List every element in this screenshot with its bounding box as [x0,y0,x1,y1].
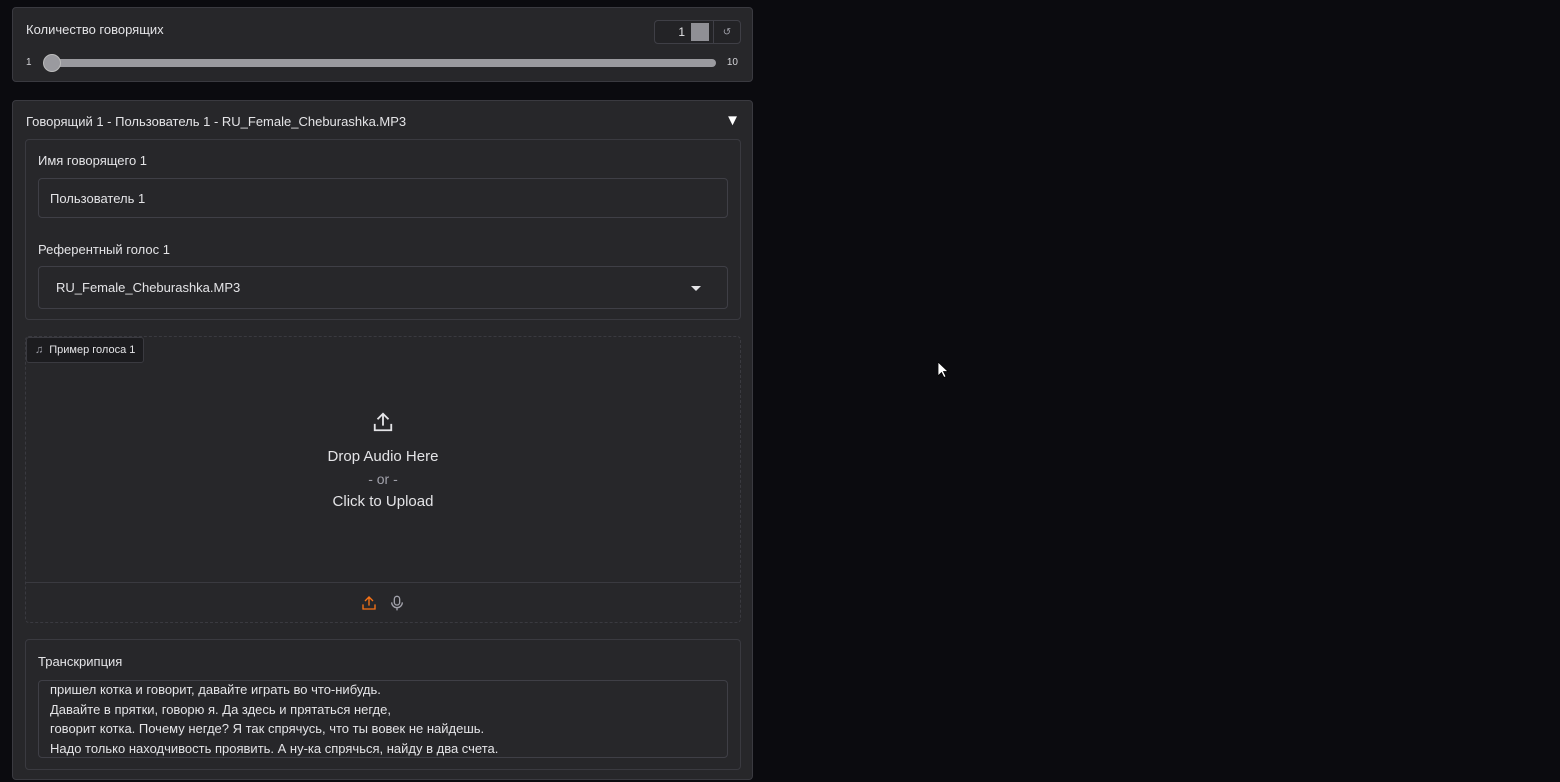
audio-label: Пример голоса 1 [49,344,136,356]
reset-button[interactable]: ↺ [713,21,740,43]
slider-max: 10 [726,57,738,68]
speaker-count-number-input[interactable]: 1 ↺ [654,20,741,44]
collapse-icon[interactable]: ▼ [725,112,740,129]
speaker-fields-group: Имя говорящего 1 Пользователь 1 Референт… [25,139,741,320]
transcription-textarea[interactable]: пришел котка и говорит, давайте играть в… [38,680,728,758]
upload-source-icon[interactable] [361,595,377,611]
upload-icon [373,412,393,432]
chevron-down-icon[interactable] [691,286,701,291]
transcription-group: Транскрипция пришел котка и говорит, дав… [25,639,741,770]
audio-upload[interactable]: ♫ Пример голоса 1 Drop Audio Here - or -… [25,336,741,623]
reference-voice-label: Референтный голос 1 [38,242,170,257]
accordion-header[interactable]: Говорящий 1 - Пользователь 1 - RU_Female… [26,114,406,129]
transcription-line: говорит котка. Почему негде? Я так спряч… [50,721,485,736]
number-spinner[interactable] [691,23,709,41]
speaker-count-slider[interactable] [43,54,716,72]
microphone-icon[interactable] [389,594,405,612]
speaker-name-label: Имя говорящего 1 [38,153,148,168]
mouse-cursor-icon [938,362,949,378]
audio-source-bar [26,582,740,623]
click-to-upload[interactable]: Click to Upload [26,493,740,510]
slider-thumb[interactable] [43,54,61,72]
transcription-line: Надо только находчивость проявить. А ну-… [50,740,499,756]
reference-voice-dropdown[interactable]: RU_Female_Cheburashka.MP3 [38,266,728,309]
or-text: - or - [368,471,398,487]
transcription-line: Давайте в прятки, говорю я. Да здесь и п… [50,701,391,717]
audio-label-badge: ♫ Пример голоса 1 [26,337,145,363]
speaker-name-value[interactable]: Пользователь 1 [50,191,145,206]
transcription-line: пришел котка и говорит, давайте играть в… [50,682,381,697]
drop-text: Drop Audio Here [327,448,439,465]
reference-voice-value[interactable]: RU_Female_Cheburashka.MP3 [56,280,240,295]
speaker-count-label: Количество говорящих [26,22,164,37]
speaker-accordion: Говорящий 1 - Пользователь 1 - RU_Female… [12,100,753,780]
speaker-count-panel: Количество говорящих 1 ↺ 1 10 [12,7,753,82]
speaker-name-input[interactable]: Пользователь 1 [38,178,728,218]
transcription-label: Транскрипция [38,654,123,669]
music-note-icon: ♫ [35,344,44,356]
speaker-count-value[interactable]: 1 [678,25,685,39]
drop-zone[interactable]: Drop Audio Here - or - Click to Upload [26,411,740,510]
slider-min: 1 [26,57,32,68]
